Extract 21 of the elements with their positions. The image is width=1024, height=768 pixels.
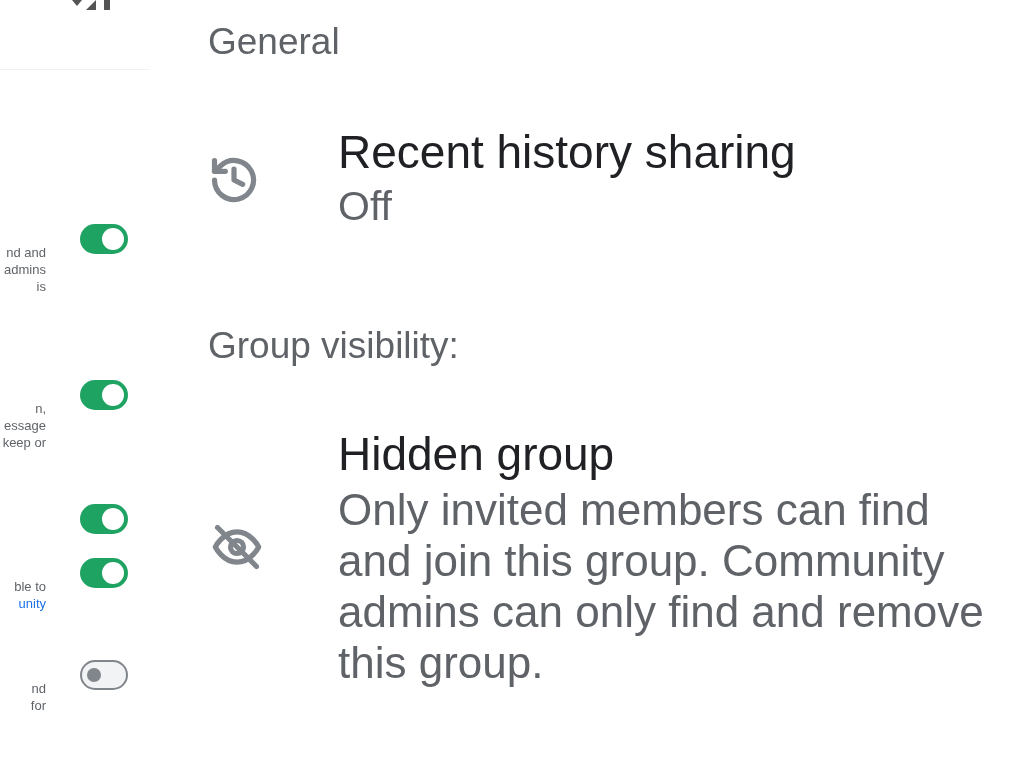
- description-text: admins: [4, 261, 46, 278]
- description-text: nd and: [6, 244, 46, 261]
- link[interactable]: unity: [18, 595, 46, 612]
- toggle-switch[interactable]: [80, 380, 128, 410]
- description-text: n,: [35, 400, 46, 417]
- description-text: keep or: [2, 434, 46, 451]
- setting-description: Only invited members can find and join this group. Community admins can only find and remove this group.: [338, 484, 985, 688]
- description-text: nd: [31, 680, 46, 697]
- toggle-switch[interactable]: [80, 660, 128, 690]
- setting-title: Recent history sharing: [338, 125, 796, 180]
- toggle-switch[interactable]: [80, 504, 128, 534]
- setting-title: Hidden group: [338, 427, 616, 482]
- section-label: Group visibility:: [208, 324, 459, 368]
- toggle-switch[interactable]: [80, 558, 128, 588]
- description-text: ble to: [14, 578, 46, 595]
- description-text: for: [30, 697, 46, 714]
- toggle-switch[interactable]: [80, 224, 128, 254]
- description-text: is: [36, 278, 46, 295]
- description-text: essage: [4, 417, 46, 434]
- section-title: General: [208, 20, 340, 64]
- setting-value: Off: [338, 182, 393, 231]
